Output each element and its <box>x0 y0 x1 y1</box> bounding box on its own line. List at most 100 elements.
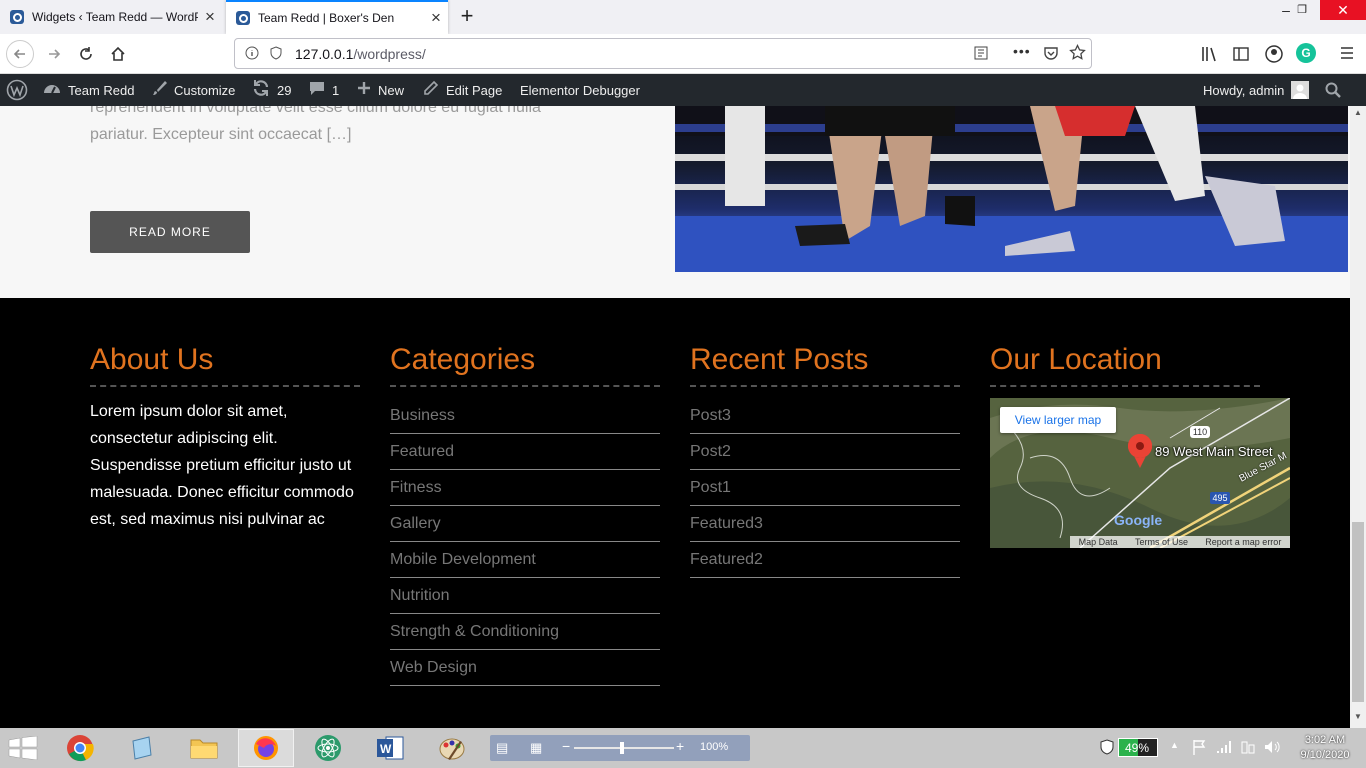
url-text[interactable]: 127.0.0.1/wordpress/ <box>295 46 426 62</box>
wordpress-logo-icon[interactable] <box>6 74 28 106</box>
paint-taskbar-icon[interactable] <box>424 729 480 767</box>
comments-count: 1 <box>332 82 340 98</box>
admin-updates[interactable]: 29 <box>252 74 291 106</box>
account-icon[interactable] <box>1264 44 1284 69</box>
forward-arrow-icon[interactable] <box>40 40 68 68</box>
boxing-ring-image <box>675 106 1348 272</box>
battery-percent: 49% <box>1125 741 1150 755</box>
new-tab-button[interactable]: + <box>455 2 479 30</box>
admin-search-icon[interactable] <box>1325 74 1341 106</box>
admin-new[interactable]: New <box>357 74 404 106</box>
svg-text:W: W <box>380 742 392 756</box>
print-layout-icon[interactable]: ▤ <box>496 740 508 756</box>
category-link[interactable]: Strength & Conditioning <box>390 614 660 650</box>
categories-list: Business Featured Fitness Gallery Mobile… <box>390 398 660 686</box>
grammarly-icon[interactable]: G <box>1296 43 1316 63</box>
network-signal-icon[interactable] <box>1216 739 1232 760</box>
view-larger-map-link[interactable]: View larger map <box>1000 407 1116 433</box>
close-window-button[interactable]: ✕ <box>1320 0 1366 20</box>
close-tab-icon[interactable]: × <box>424 8 448 28</box>
comment-icon <box>309 80 325 100</box>
zoom-in-icon[interactable]: + <box>676 738 684 754</box>
zoom-slider-thumb[interactable] <box>620 742 624 754</box>
wordpress-favicon-icon <box>10 10 24 24</box>
recent-post-link[interactable]: Post3 <box>690 398 960 434</box>
recent-post-link[interactable]: Featured3 <box>690 506 960 542</box>
word-zoom-bar: ▤ ▦ − + 100% <box>490 735 750 761</box>
customize-label: Customize <box>174 82 236 98</box>
scrollbar-thumb[interactable] <box>1352 522 1364 702</box>
info-icon[interactable] <box>245 46 259 65</box>
recent-posts-list: Post3 Post2 Post1 Featured3 Featured2 <box>690 398 960 578</box>
reader-view-icon[interactable] <box>973 45 989 66</box>
scroll-down-arrow-icon[interactable]: ▼ <box>1350 712 1366 721</box>
tab-title: Team Redd | Boxer's Den <box>258 11 395 25</box>
category-link[interactable]: Gallery <box>390 506 660 542</box>
howdy-label: Howdy, admin <box>1203 82 1285 98</box>
tab-team-redd[interactable]: Team Redd | Boxer's Den × <box>226 0 448 34</box>
flag-icon[interactable] <box>1192 739 1206 760</box>
category-link[interactable]: Mobile Development <box>390 542 660 578</box>
edit-page-label: Edit Page <box>446 82 503 98</box>
windows-taskbar: W ▤ ▦ − + 100% 49% ▲ 3:02 AM 9/10/2020 <box>0 728 1366 768</box>
category-link[interactable]: Fitness <box>390 470 660 506</box>
bookmark-star-icon[interactable] <box>1069 43 1086 66</box>
notes-taskbar-icon[interactable] <box>114 729 170 767</box>
scroll-up-arrow-icon[interactable]: ▲ <box>1350 108 1366 117</box>
web-layout-icon[interactable]: ▦ <box>530 740 542 756</box>
power-icon[interactable] <box>1240 739 1256 760</box>
home-icon[interactable] <box>104 40 132 68</box>
report-error-link[interactable]: Report a map error <box>1205 537 1281 547</box>
category-link[interactable]: Featured <box>390 434 660 470</box>
read-more-button[interactable]: READ MORE <box>90 211 250 253</box>
updates-count: 29 <box>277 82 292 98</box>
more-actions-icon[interactable]: ••• <box>1013 43 1031 59</box>
tab-widgets[interactable]: Widgets ‹ Team Redd — WordPress × <box>0 0 222 34</box>
word-taskbar-icon[interactable]: W <box>362 729 418 767</box>
url-bar[interactable]: 127.0.0.1/wordpress/ ••• <box>234 38 1092 69</box>
recent-post-link[interactable]: Post1 <box>690 470 960 506</box>
admin-customize[interactable]: Customize <box>151 74 235 106</box>
atom-taskbar-icon[interactable] <box>300 729 356 767</box>
categories-divider <box>390 385 660 387</box>
admin-comments[interactable]: 1 <box>309 74 339 106</box>
about-heading: About Us <box>90 343 214 376</box>
category-link[interactable]: Web Design <box>390 650 660 686</box>
volume-icon[interactable] <box>1263 739 1281 760</box>
windows-start-icon[interactable] <box>8 735 38 765</box>
terms-link[interactable]: Terms of Use <box>1135 537 1188 547</box>
system-clock[interactable]: 3:02 AM 9/10/2020 <box>1290 733 1360 763</box>
shield-icon[interactable] <box>269 46 283 65</box>
browser-tab-strip: Widgets ‹ Team Redd — WordPress × Team R… <box>0 0 1366 34</box>
google-map[interactable]: View larger map 89 West Main Street Blue… <box>990 398 1290 548</box>
firefox-taskbar-icon[interactable] <box>238 729 294 767</box>
library-icon[interactable] <box>1200 45 1218 68</box>
updates-icon <box>252 79 270 101</box>
admin-edit-page[interactable]: Edit Page <box>423 74 502 106</box>
admin-elementor-debugger[interactable]: Elementor Debugger <box>520 74 640 106</box>
category-link[interactable]: Business <box>390 398 660 434</box>
battery-indicator[interactable]: 49% <box>1118 738 1158 757</box>
close-tab-icon[interactable]: × <box>198 7 222 27</box>
back-arrow-icon[interactable] <box>6 40 34 68</box>
zoom-slider[interactable] <box>574 742 674 754</box>
recent-post-link[interactable]: Post2 <box>690 434 960 470</box>
page-viewport: reprehenderit in voluptate velit esse ci… <box>0 106 1366 728</box>
browser-toolbar: 127.0.0.1/wordpress/ ••• G <box>0 34 1366 74</box>
map-data-link[interactable]: Map Data <box>1079 537 1118 547</box>
reload-icon[interactable] <box>72 40 100 68</box>
admin-account[interactable]: Howdy, admin <box>1203 74 1310 106</box>
file-explorer-taskbar-icon[interactable] <box>176 729 232 767</box>
page-scrollbar[interactable]: ▲ ▼ <box>1350 106 1366 728</box>
show-hidden-icons-icon[interactable]: ▲ <box>1170 740 1179 750</box>
sidebar-icon[interactable] <box>1232 45 1250 68</box>
menu-icon[interactable] <box>1338 44 1356 67</box>
category-link[interactable]: Nutrition <box>390 578 660 614</box>
recent-post-link[interactable]: Featured2 <box>690 542 960 578</box>
chrome-taskbar-icon[interactable] <box>52 729 108 767</box>
admin-site-name[interactable]: Team Redd <box>43 74 134 106</box>
pocket-icon[interactable] <box>1043 45 1059 66</box>
security-shield-icon[interactable] <box>1100 739 1114 760</box>
maximize-button[interactable]: ❐ <box>1284 0 1320 22</box>
zoom-out-icon[interactable]: − <box>562 738 570 754</box>
